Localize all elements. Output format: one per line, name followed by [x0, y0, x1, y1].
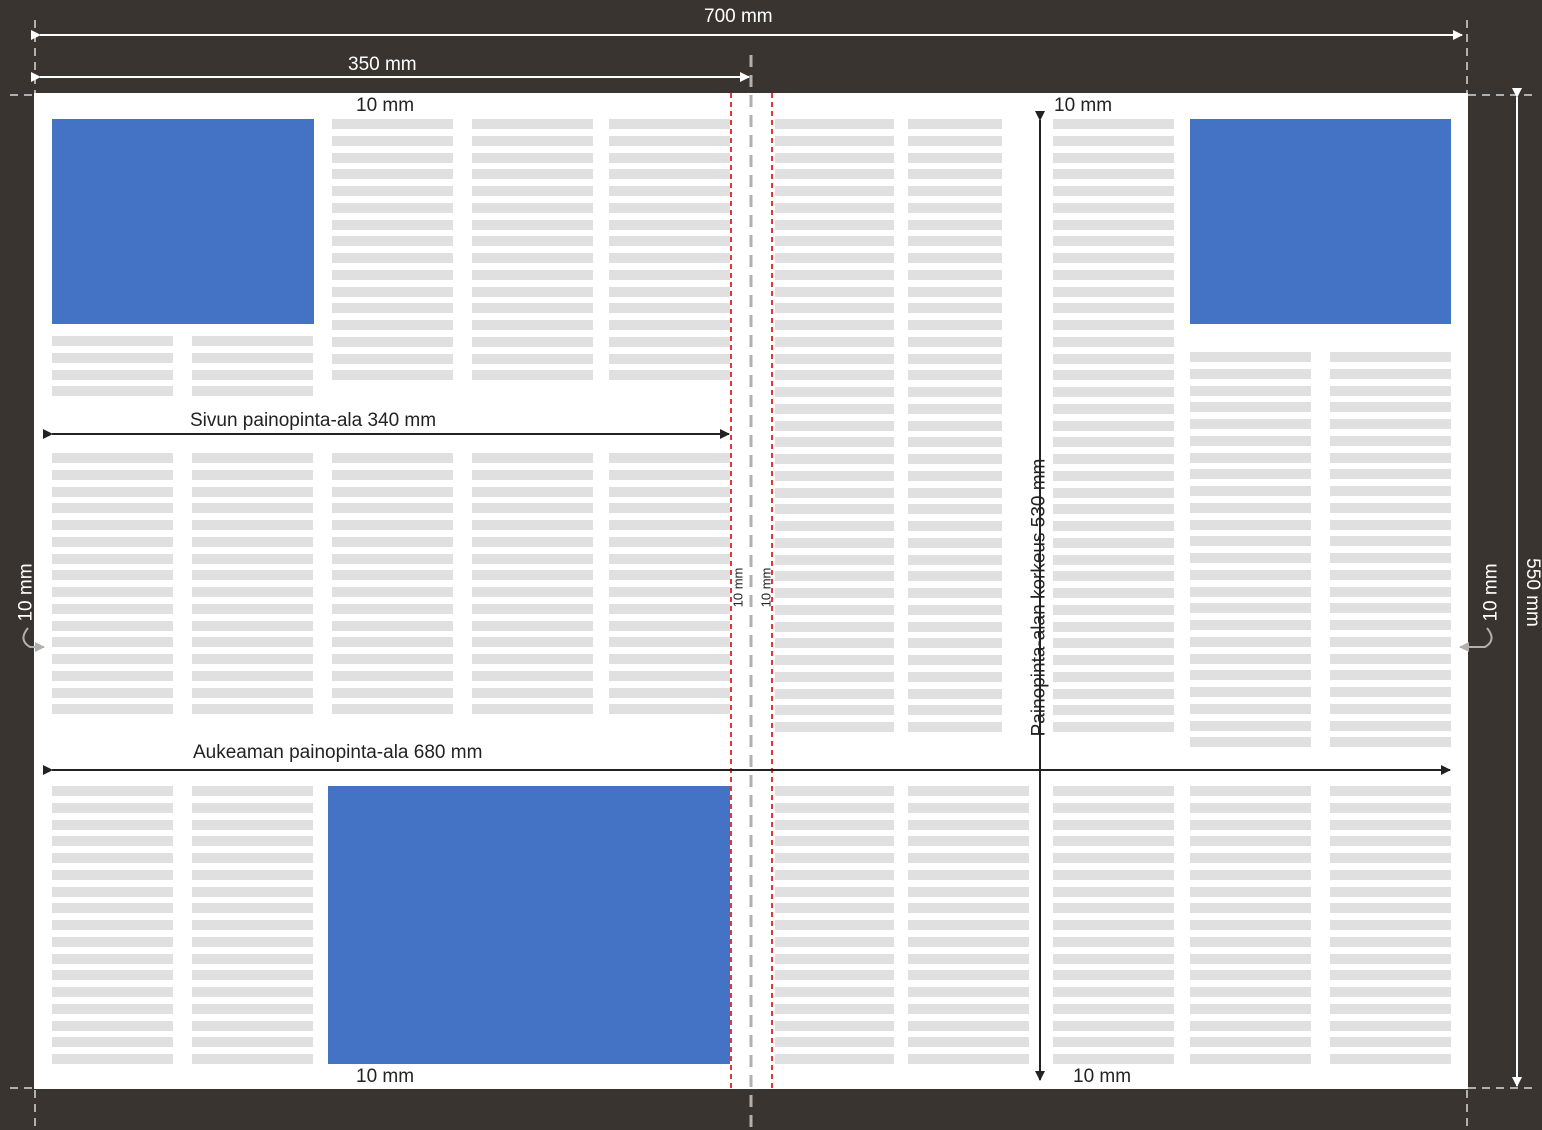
spread-print-area-label: Aukeaman painopinta-ala 680 mm: [193, 742, 483, 763]
guides-and-arrows: [10, 20, 1532, 1130]
gutter-right-margin-label: 10 mm: [758, 567, 774, 608]
outer-right-margin-label: 10 mm: [1480, 563, 1502, 622]
page-width-label: 350 mm: [348, 54, 417, 75]
spread-height-label: 550 mm: [1521, 558, 1542, 627]
page-print-area-label: Sivun painopinta-ala 340 mm: [190, 410, 437, 431]
outer-left-margin-label: 10 mm: [15, 563, 37, 622]
bottom-right-margin-label: 10 mm: [1073, 1066, 1132, 1087]
bottom-left-margin-label: 10 mm: [356, 1066, 415, 1087]
print-area-height-label: Painopinta-alan korkeus 530 mm: [1028, 458, 1050, 737]
outer-right-margin-arrow: [1459, 627, 1493, 652]
outer-left-margin-arrow: [22, 627, 45, 652]
top-right-margin-label: 10 mm: [1054, 95, 1113, 116]
top-left-margin-label: 10 mm: [356, 95, 415, 116]
spread-width-label: 700 mm: [704, 6, 773, 27]
gutter-left-margin-label: 10 mm: [730, 567, 746, 608]
